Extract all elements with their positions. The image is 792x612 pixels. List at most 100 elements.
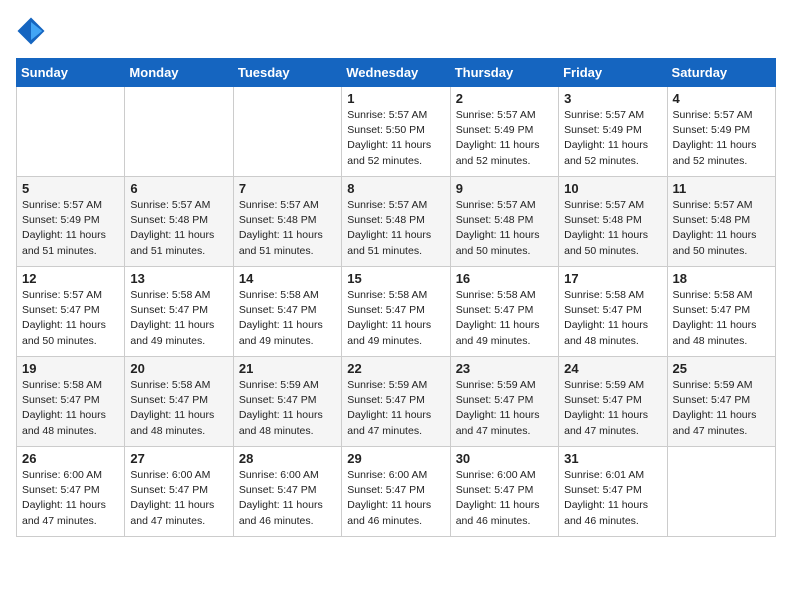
day-number: 29 (347, 451, 444, 466)
calendar-cell: 12Sunrise: 5:57 AM Sunset: 5:47 PM Dayli… (17, 267, 125, 357)
day-number: 14 (239, 271, 336, 286)
day-number: 3 (564, 91, 661, 106)
calendar-week-row: 26 Sunrise: 6:00 AM Sunset: 5:47 PM Dayli… (17, 447, 776, 537)
calendar-cell: 20 Sunrise: 5:58 AM Sunset: 5:47 PM Dayli… (125, 357, 233, 447)
day-number: 5 (22, 181, 119, 196)
day-number: 7 (239, 181, 336, 196)
cell-info: Sunrise: 5:57 AM Sunset: 5:48 PM Dayligh… (673, 198, 770, 259)
cell-info: Sunrise: 5:58 AM Sunset: 5:47 PM Dayligh… (673, 288, 770, 349)
calendar-header-wednesday: Wednesday (342, 59, 450, 87)
day-number: 23 (456, 361, 553, 376)
calendar-cell: 11 Sunrise: 5:57 AM Sunset: 5:48 PM Dayli… (667, 177, 775, 267)
calendar-cell: 17Sunrise: 5:58 AM Sunset: 5:47 PM Dayli… (559, 267, 667, 357)
cell-info: Sunrise: 5:59 AM Sunset: 5:47 PM Dayligh… (456, 378, 553, 439)
calendar-cell: 4 Sunrise: 5:57 AM Sunset: 5:49 PM Daylig… (667, 87, 775, 177)
day-number: 6 (130, 181, 227, 196)
calendar-cell: 2 Sunrise: 5:57 AM Sunset: 5:49 PM Daylig… (450, 87, 558, 177)
calendar-cell: 1Sunrise: 5:57 AM Sunset: 5:50 PM Daylig… (342, 87, 450, 177)
cell-info: Sunrise: 6:01 AM Sunset: 5:47 PM Dayligh… (564, 468, 661, 529)
calendar-cell: 16 Sunrise: 5:58 AM Sunset: 5:47 PM Dayli… (450, 267, 558, 357)
day-number: 13 (130, 271, 227, 286)
calendar-cell: 25 Sunrise: 5:59 AM Sunset: 5:47 PM Dayli… (667, 357, 775, 447)
day-number: 8 (347, 181, 444, 196)
calendar-week-row: 1Sunrise: 5:57 AM Sunset: 5:50 PM Daylig… (17, 87, 776, 177)
calendar-cell (17, 87, 125, 177)
calendar-table: SundayMondayTuesdayWednesdayThursdayFrid… (16, 58, 776, 537)
logo-icon (16, 16, 46, 46)
calendar-header-monday: Monday (125, 59, 233, 87)
day-number: 20 (130, 361, 227, 376)
day-number: 19 (22, 361, 119, 376)
calendar-week-row: 5 Sunrise: 5:57 AM Sunset: 5:49 PM Daylig… (17, 177, 776, 267)
logo (16, 16, 50, 46)
calendar-cell: 10 Sunrise: 5:57 AM Sunset: 5:48 PM Dayli… (559, 177, 667, 267)
calendar-cell: 18 Sunrise: 5:58 AM Sunset: 5:47 PM Dayli… (667, 267, 775, 357)
cell-info: Sunrise: 6:00 AM Sunset: 5:47 PM Dayligh… (347, 468, 444, 529)
day-number: 16 (456, 271, 553, 286)
calendar-cell: 9 Sunrise: 5:57 AM Sunset: 5:48 PM Daylig… (450, 177, 558, 267)
day-number: 10 (564, 181, 661, 196)
day-number: 22 (347, 361, 444, 376)
cell-info: Sunrise: 5:57 AM Sunset: 5:49 PM Dayligh… (456, 108, 553, 169)
cell-info: Sunrise: 5:59 AM Sunset: 5:47 PM Dayligh… (564, 378, 661, 439)
cell-info: Sunrise: 5:58 AM Sunset: 5:47 PM Dayligh… (456, 288, 553, 349)
calendar-cell: 29 Sunrise: 6:00 AM Sunset: 5:47 PM Dayli… (342, 447, 450, 537)
calendar-cell: 31 Sunrise: 6:01 AM Sunset: 5:47 PM Dayli… (559, 447, 667, 537)
calendar-cell: 3Sunrise: 5:57 AM Sunset: 5:49 PM Daylig… (559, 87, 667, 177)
cell-info: Sunrise: 5:57 AM Sunset: 5:48 PM Dayligh… (239, 198, 336, 259)
cell-info: Sunrise: 6:00 AM Sunset: 5:47 PM Dayligh… (22, 468, 119, 529)
page-header (16, 16, 776, 46)
day-number: 2 (456, 91, 553, 106)
cell-info: Sunrise: 5:57 AM Sunset: 5:49 PM Dayligh… (673, 108, 770, 169)
day-number: 27 (130, 451, 227, 466)
calendar-cell: 26 Sunrise: 6:00 AM Sunset: 5:47 PM Dayli… (17, 447, 125, 537)
cell-info: Sunrise: 5:58 AM Sunset: 5:47 PM Dayligh… (130, 378, 227, 439)
day-number: 31 (564, 451, 661, 466)
calendar-cell: 23 Sunrise: 5:59 AM Sunset: 5:47 PM Dayli… (450, 357, 558, 447)
calendar-cell: 27 Sunrise: 6:00 AM Sunset: 5:47 PM Dayli… (125, 447, 233, 537)
cell-info: Sunrise: 6:00 AM Sunset: 5:47 PM Dayligh… (130, 468, 227, 529)
calendar-cell (125, 87, 233, 177)
cell-info: Sunrise: 5:57 AM Sunset: 5:49 PM Dayligh… (22, 198, 119, 259)
calendar-cell: 8 Sunrise: 5:57 AM Sunset: 5:48 PM Daylig… (342, 177, 450, 267)
day-number: 15 (347, 271, 444, 286)
cell-info: Sunrise: 5:57 AM Sunset: 5:48 PM Dayligh… (564, 198, 661, 259)
calendar-header-sunday: Sunday (17, 59, 125, 87)
calendar-week-row: 19 Sunrise: 5:58 AM Sunset: 5:47 PM Dayli… (17, 357, 776, 447)
calendar-cell: 7 Sunrise: 5:57 AM Sunset: 5:48 PM Daylig… (233, 177, 341, 267)
cell-info: Sunrise: 5:59 AM Sunset: 5:47 PM Dayligh… (673, 378, 770, 439)
cell-info: Sunrise: 5:58 AM Sunset: 5:47 PM Dayligh… (239, 288, 336, 349)
calendar-cell: 5 Sunrise: 5:57 AM Sunset: 5:49 PM Daylig… (17, 177, 125, 267)
day-number: 17 (564, 271, 661, 286)
cell-info: Sunrise: 5:57 AM Sunset: 5:48 PM Dayligh… (347, 198, 444, 259)
day-number: 4 (673, 91, 770, 106)
day-number: 12 (22, 271, 119, 286)
calendar-header-tuesday: Tuesday (233, 59, 341, 87)
calendar-cell: 13Sunrise: 5:58 AM Sunset: 5:47 PM Dayli… (125, 267, 233, 357)
calendar-body: 1Sunrise: 5:57 AM Sunset: 5:50 PM Daylig… (17, 87, 776, 537)
cell-info: Sunrise: 6:00 AM Sunset: 5:47 PM Dayligh… (456, 468, 553, 529)
calendar-cell: 14 Sunrise: 5:58 AM Sunset: 5:47 PM Dayli… (233, 267, 341, 357)
calendar-cell: 24 Sunrise: 5:59 AM Sunset: 5:47 PM Dayli… (559, 357, 667, 447)
cell-info: Sunrise: 5:57 AM Sunset: 5:48 PM Dayligh… (130, 198, 227, 259)
calendar-cell: 22 Sunrise: 5:59 AM Sunset: 5:47 PM Dayli… (342, 357, 450, 447)
cell-info: Sunrise: 5:59 AM Sunset: 5:47 PM Dayligh… (347, 378, 444, 439)
day-number: 25 (673, 361, 770, 376)
calendar-cell (233, 87, 341, 177)
day-number: 30 (456, 451, 553, 466)
day-number: 1 (347, 91, 444, 106)
calendar-header-friday: Friday (559, 59, 667, 87)
day-number: 9 (456, 181, 553, 196)
calendar-header-thursday: Thursday (450, 59, 558, 87)
day-number: 28 (239, 451, 336, 466)
day-number: 18 (673, 271, 770, 286)
cell-info: Sunrise: 5:57 AM Sunset: 5:48 PM Dayligh… (456, 198, 553, 259)
calendar-cell: 30 Sunrise: 6:00 AM Sunset: 5:47 PM Dayli… (450, 447, 558, 537)
calendar-header-saturday: Saturday (667, 59, 775, 87)
day-number: 26 (22, 451, 119, 466)
cell-info: Sunrise: 5:58 AM Sunset: 5:47 PM Dayligh… (347, 288, 444, 349)
calendar-header-row: SundayMondayTuesdayWednesdayThursdayFrid… (17, 59, 776, 87)
day-number: 24 (564, 361, 661, 376)
day-number: 11 (673, 181, 770, 196)
calendar-week-row: 12Sunrise: 5:57 AM Sunset: 5:47 PM Dayli… (17, 267, 776, 357)
